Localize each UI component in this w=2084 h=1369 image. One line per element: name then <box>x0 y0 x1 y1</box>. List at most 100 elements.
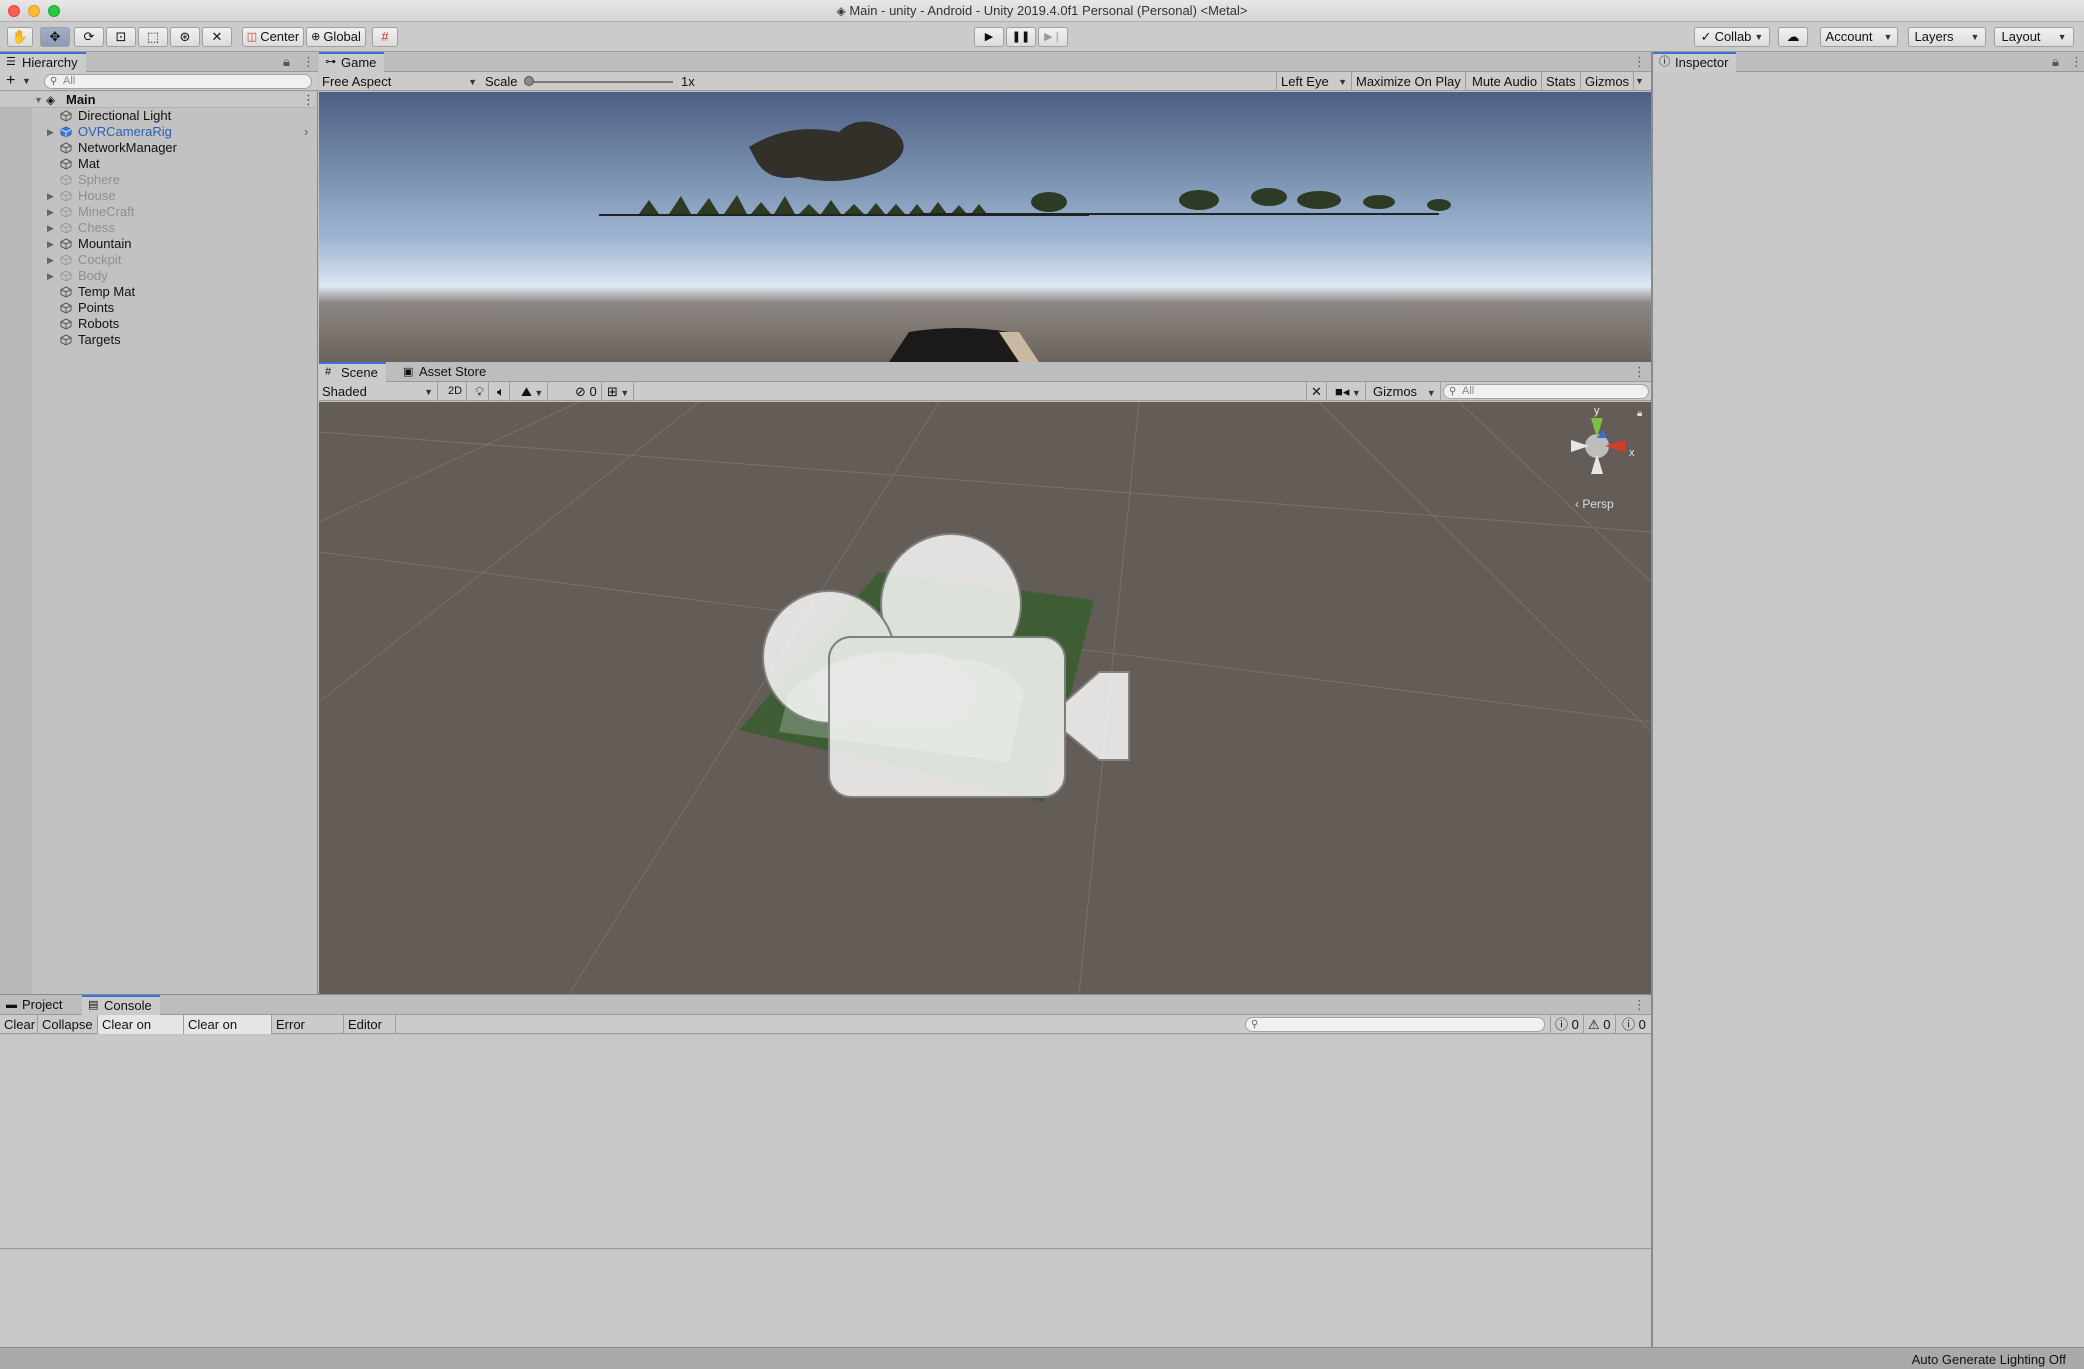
scene-root-row[interactable]: ▼ ◈ Main ⋮ <box>0 92 315 108</box>
minimize-window-button[interactable] <box>28 5 40 17</box>
mute-audio-toggle[interactable]: Mute Audio <box>1468 72 1543 91</box>
console-search-input[interactable]: ⚲ <box>1245 1017 1545 1032</box>
space-toggle-button[interactable]: ⊕ Global <box>306 27 366 47</box>
collapsed-arrow-icon[interactable]: ▶ <box>47 236 54 252</box>
scene-viewport[interactable]: y x 🔒︎ ‹ Persp <box>319 402 1651 994</box>
account-button[interactable]: Account ▼ <box>1820 27 1898 47</box>
transform-tool-button[interactable]: ⊛ <box>170 27 200 47</box>
layout-button[interactable]: Layout ▼ <box>1994 27 2074 47</box>
tab-console[interactable]: ▤ Console <box>82 995 160 1015</box>
cloud-button[interactable]: ☁ <box>1778 27 1808 47</box>
snap-button[interactable]: # <box>372 27 398 47</box>
play-button[interactable]: ▶ <box>974 27 1004 47</box>
maximize-on-play-toggle[interactable]: Maximize On Play <box>1352 72 1466 91</box>
scene-menu-icon[interactable]: ⋮ <box>302 92 315 108</box>
clear-on-build-toggle[interactable]: Clear on Build <box>184 1015 272 1051</box>
game-viewport[interactable] <box>319 92 1651 362</box>
create-plus-icon[interactable]: + <box>6 72 15 89</box>
lighting-toggle[interactable]: 💡︎ <box>471 382 490 401</box>
hierarchy-item[interactable]: ▶ Cockpit <box>0 252 315 268</box>
hierarchy-item[interactable]: NetworkManager <box>0 140 315 156</box>
expanded-arrow-icon[interactable]: ▼ <box>34 92 43 108</box>
tab-project[interactable]: ▬ Project <box>0 995 70 1015</box>
collapsed-arrow-icon[interactable]: ▶ <box>47 204 54 220</box>
game-gizmos-toggle[interactable]: Gizmos <box>1581 72 1635 91</box>
hierarchy-item[interactable]: Temp Mat <box>0 284 315 300</box>
scene-gizmos-dropdown[interactable]: Gizmos ▼ <box>1369 382 1441 401</box>
prefab-open-chevron-icon[interactable]: › <box>304 124 308 140</box>
panel-menu-icon[interactable]: ⋮ <box>1633 997 1646 1013</box>
error-pause-toggle[interactable]: Error Pause <box>272 1015 344 1051</box>
collapse-button[interactable]: Collapse <box>38 1015 98 1034</box>
hierarchy-item[interactable]: Targets <box>0 332 315 348</box>
hierarchy-item[interactable]: Directional Light <box>0 108 315 124</box>
hierarchy-item[interactable]: ▶ Chess <box>0 220 315 236</box>
hierarchy-item[interactable]: Points <box>0 300 315 316</box>
tab-hierarchy[interactable]: ☰ Hierarchy <box>0 52 86 72</box>
panel-menu-icon[interactable]: ⋮ <box>2070 54 2083 70</box>
grid-toggle[interactable]: ⊞ ▼ <box>603 382 635 401</box>
stats-toggle[interactable]: Stats <box>1542 72 1581 91</box>
collapsed-arrow-icon[interactable]: ▶ <box>47 252 54 268</box>
rotate-tool-button[interactable]: ⟳ <box>74 27 104 47</box>
hierarchy-item[interactable]: Robots <box>0 316 315 332</box>
clear-on-play-toggle[interactable]: Clear on Play <box>98 1015 184 1051</box>
clear-button[interactable]: Clear <box>0 1015 38 1034</box>
camera-toggle[interactable]: ■◂ ▼ <box>1331 382 1366 401</box>
tools-toggle[interactable]: ✕ <box>1306 382 1327 401</box>
move-tool-button[interactable]: ✥ <box>40 27 70 47</box>
hierarchy-item[interactable]: ▶ OVRCameraRig › <box>0 124 315 140</box>
2d-mode-toggle[interactable]: 2D <box>444 382 468 401</box>
collapsed-arrow-icon[interactable]: ▶ <box>47 220 54 236</box>
hierarchy-item[interactable]: Sphere <box>0 172 315 188</box>
error-filter-toggle[interactable]: ⓘ 0 <box>1618 1015 1650 1034</box>
editor-dropdown[interactable]: Editor ▼ <box>344 1015 396 1052</box>
scale-slider-thumb[interactable] <box>524 76 534 86</box>
hierarchy-item[interactable]: Mat <box>0 156 315 172</box>
console-log-list[interactable] <box>0 1035 1651 1249</box>
audio-toggle[interactable]: 🔈︎ <box>493 382 510 401</box>
collapsed-arrow-icon[interactable]: ▶ <box>47 268 54 284</box>
scene-search-input[interactable]: ⚲ All <box>1443 384 1649 399</box>
tab-game[interactable]: ⊶ Game <box>319 52 385 72</box>
collapsed-arrow-icon[interactable]: ▶ <box>47 188 54 204</box>
console-detail-area[interactable] <box>0 1250 1651 1348</box>
panel-menu-icon[interactable]: ⋮ <box>302 54 315 70</box>
scale-slider-track[interactable] <box>525 81 673 83</box>
close-window-button[interactable] <box>8 5 20 17</box>
hierarchy-item[interactable]: ▶ Body <box>0 268 315 284</box>
eye-dropdown[interactable]: Left Eye ▼ <box>1276 72 1352 91</box>
lock-icon[interactable]: 🔒︎ <box>283 54 290 70</box>
aspect-dropdown[interactable]: Free Aspect ▼ <box>322 72 477 91</box>
shading-mode-dropdown[interactable]: Shaded ▼ <box>322 382 438 401</box>
collapsed-arrow-icon[interactable]: ▶ <box>47 124 54 140</box>
effects-toggle[interactable]: ⛰︎ ▼ <box>517 382 549 401</box>
pivot-toggle-button[interactable]: ◫ Center <box>242 27 304 47</box>
hierarchy-item[interactable]: ▶ House <box>0 188 315 204</box>
hidden-objects-toggle[interactable]: ⊘ 0 <box>571 382 602 401</box>
warning-filter-toggle[interactable]: ⚠ 0 <box>1584 1015 1616 1034</box>
lock-icon[interactable]: 🔒︎ <box>2052 54 2059 70</box>
scale-tool-button[interactable]: ⊡ <box>106 27 136 47</box>
tab-asset-store[interactable]: ▣ Asset Store <box>397 362 494 382</box>
panel-menu-icon[interactable]: ⋮ <box>1633 364 1646 380</box>
pause-button[interactable]: ❚❚ <box>1006 27 1036 47</box>
chevron-down-icon[interactable]: ▼ <box>22 76 31 86</box>
panel-menu-icon[interactable]: ⋮ <box>1633 54 1646 70</box>
hand-tool-button[interactable]: ✋ <box>7 27 33 47</box>
rect-tool-button[interactable]: ⬚ <box>138 27 168 47</box>
info-filter-toggle[interactable]: ⓘ 0 <box>1550 1015 1584 1034</box>
game-panel: ⊶ Game ⋮ Free Aspect ▼ Scale 1x Left Eye… <box>319 52 1651 362</box>
hierarchy-item[interactable]: ▶ Mountain <box>0 236 315 252</box>
zoom-window-button[interactable] <box>48 5 60 17</box>
tab-inspector[interactable]: ⓘ Inspector <box>1653 52 1737 72</box>
chevron-down-icon[interactable]: ▼ <box>1635 76 1644 86</box>
custom-tool-button[interactable]: ✕ <box>202 27 232 47</box>
tab-project-label: Project <box>22 997 63 1012</box>
hierarchy-search-input[interactable]: ⚲ All <box>44 74 312 89</box>
collab-button[interactable]: ✓ Collab ▼ <box>1694 27 1770 47</box>
layers-button[interactable]: Layers ▼ <box>1908 27 1986 47</box>
hierarchy-item[interactable]: ▶ MineCraft <box>0 204 315 220</box>
tab-scene[interactable]: # Scene <box>319 362 386 382</box>
step-button[interactable]: ▶❘ <box>1038 27 1068 47</box>
